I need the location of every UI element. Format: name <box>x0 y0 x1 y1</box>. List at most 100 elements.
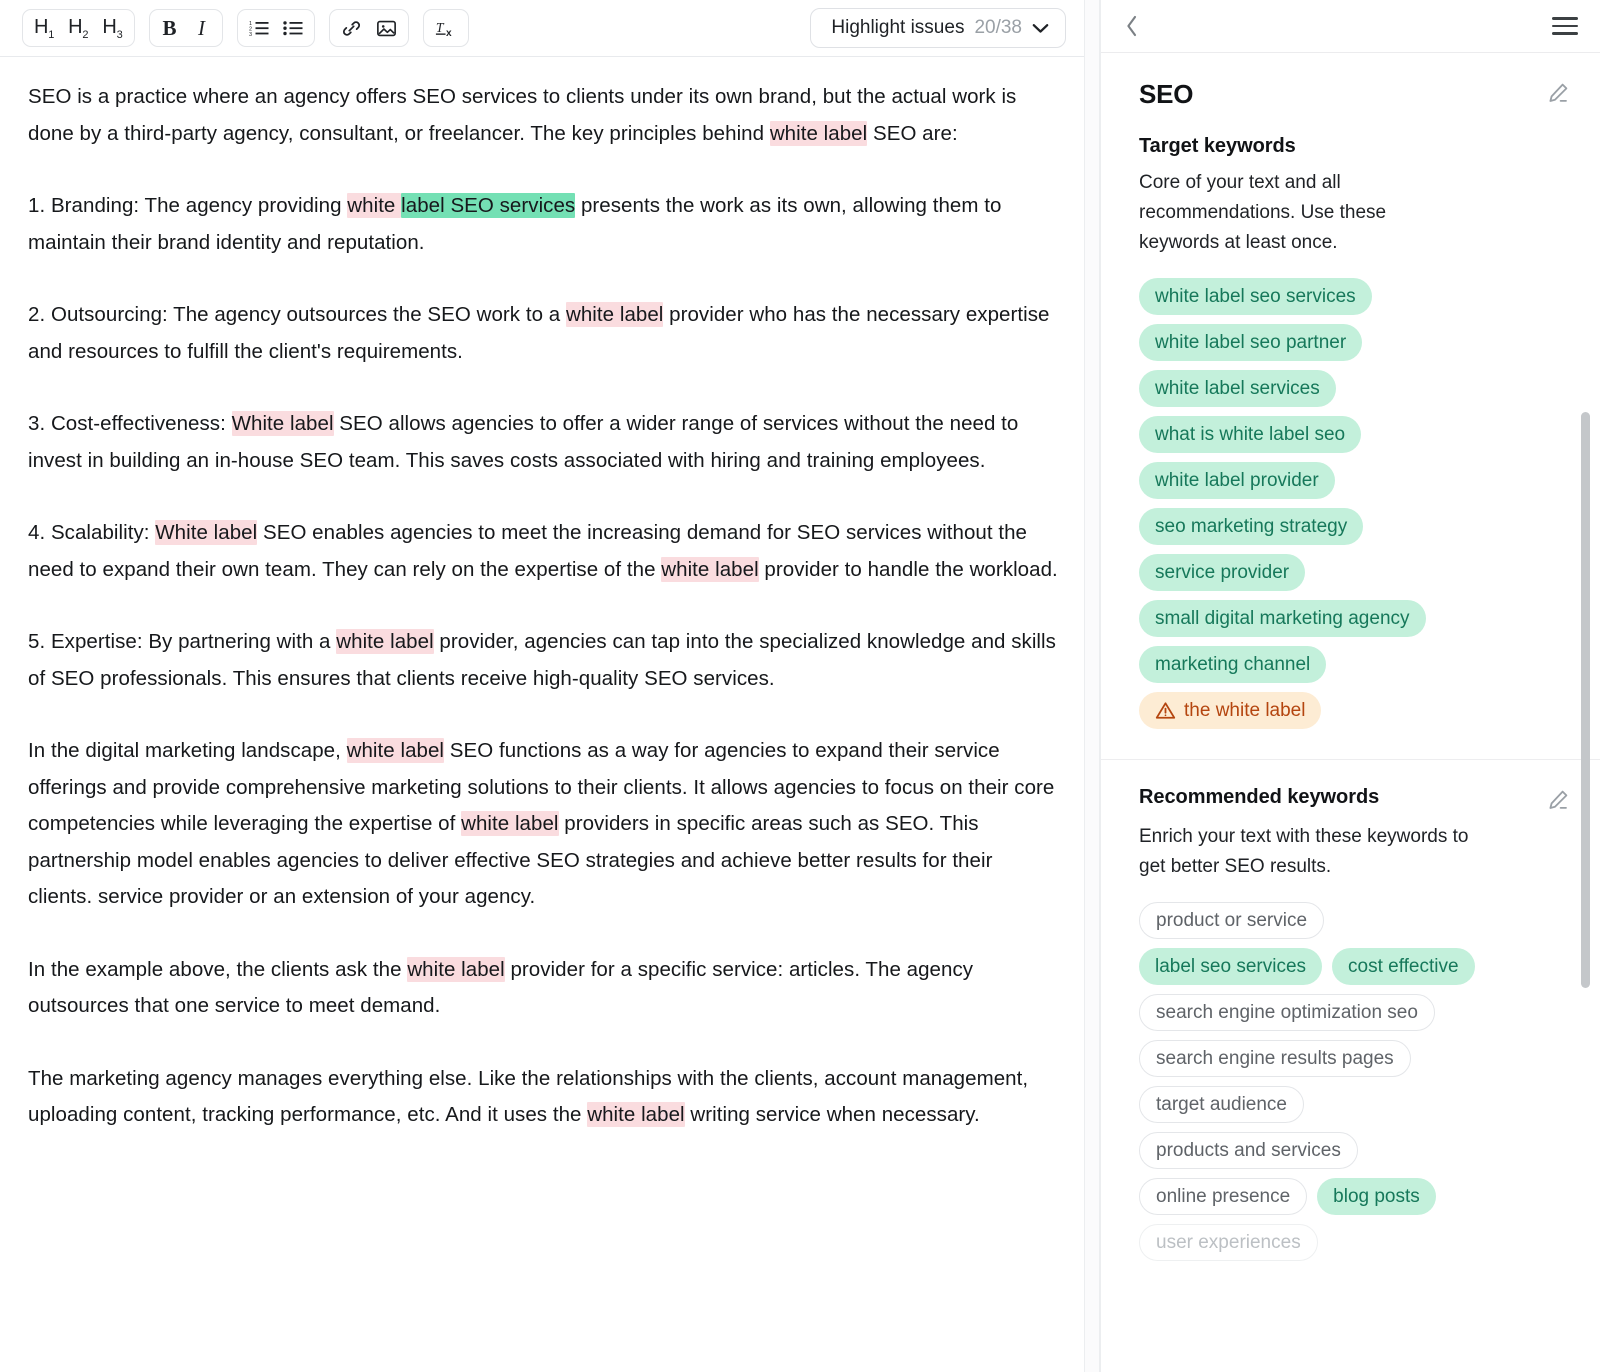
editor-toolbar: H1 H2 H3 B I 1 2 3 T x Highlight issues … <box>0 0 1084 57</box>
heading-button-group: H1 H2 H3 <box>22 9 135 47</box>
paragraph-text: SEO are: <box>867 121 958 145</box>
pencil-icon-recommended[interactable] <box>1546 786 1570 812</box>
keyword-chip-label: cost effective <box>1348 956 1459 977</box>
link-icon <box>341 18 362 39</box>
issue-highlight-pink[interactable]: white <box>347 193 402 218</box>
side-panel-fade-overlay <box>1101 1302 1600 1372</box>
paragraph-text: 3. Cost-effectiveness: <box>28 412 232 435</box>
keyword-chip[interactable]: search engine optimization seo <box>1139 994 1435 1031</box>
clear-formatting-button[interactable]: T x <box>428 13 464 43</box>
highlight-issues-label: Highlight issues <box>831 17 965 38</box>
keyword-chip[interactable]: blog posts <box>1317 1178 1436 1215</box>
document-paragraph: 4. Scalability: White label SEO enables … <box>28 515 1058 588</box>
heading-2-button[interactable]: H2 <box>61 13 95 43</box>
recommended-keywords-heading: Recommended keywords <box>1139 786 1380 808</box>
side-panel-header <box>1101 0 1600 53</box>
paragraph-text: 1. Branding: The agency providing <box>28 194 348 217</box>
keyword-chip[interactable]: product or service <box>1139 902 1325 939</box>
keyword-chip[interactable]: target audience <box>1139 1086 1304 1123</box>
issue-highlight-pink[interactable]: white label <box>461 811 559 836</box>
document-paragraph: 1. Branding: The agency providing white … <box>28 188 1058 261</box>
keyword-chip[interactable]: search engine results pages <box>1139 1040 1411 1077</box>
document-paragraph: The marketing agency manages everything … <box>28 1061 1058 1134</box>
heading-2-label: H <box>68 15 83 38</box>
italic-button[interactable]: I <box>186 13 218 43</box>
keyword-chip[interactable]: service provider <box>1139 554 1306 591</box>
keyword-chip[interactable]: user experiences <box>1139 1224 1318 1261</box>
heading-1-button[interactable]: H1 <box>27 13 61 43</box>
keyword-chip-label: service provider <box>1155 562 1290 583</box>
document-paragraph: 3. Cost-effectiveness: White label SEO a… <box>28 406 1058 479</box>
keyword-chip[interactable]: what is white label seo <box>1139 416 1362 453</box>
ordered-list-button[interactable]: 1 2 3 <box>242 13 276 43</box>
keyword-chip-label: label seo services <box>1155 956 1307 977</box>
heading-1-sub: 1 <box>48 28 55 41</box>
keyword-chip-label: target audience <box>1156 1094 1287 1115</box>
keyword-chip-label: white label seo partner <box>1155 332 1347 353</box>
keyword-chip[interactable]: online presence <box>1139 1178 1308 1215</box>
keyword-chip[interactable]: small digital marketing agency <box>1139 600 1426 637</box>
target-keywords-card: SEO Target keywords Core of your text an… <box>1101 53 1600 759</box>
keyword-chip[interactable]: white label services <box>1139 370 1336 407</box>
target-keywords-heading: Target keywords <box>1139 135 1296 157</box>
heading-1-label: H <box>34 15 49 38</box>
warning-triangle-icon <box>1155 701 1176 720</box>
svg-text:T: T <box>435 20 444 35</box>
document-body[interactable]: SEO is a practice where an agency offers… <box>0 57 1084 1134</box>
issue-highlight-pink[interactable]: white label <box>336 629 434 654</box>
keyword-chip[interactable]: white label seo partner <box>1139 324 1363 361</box>
keyword-chip-label: white label services <box>1155 378 1320 399</box>
keyword-chip-label: white label seo services <box>1155 286 1356 307</box>
page-title: SEO <box>1139 79 1194 109</box>
image-button[interactable] <box>369 13 404 43</box>
highlight-issues-select[interactable]: Highlight issues 20/38 <box>810 8 1066 48</box>
keyword-highlight-green[interactable]: label SEO services <box>401 193 576 218</box>
clear-format-group: T x <box>422 9 469 47</box>
keyword-chip[interactable]: products and services <box>1139 1132 1358 1169</box>
keyword-chip[interactable]: marketing channel <box>1139 646 1327 683</box>
paragraph-text: 5. Expertise: By partnering with a <box>28 630 337 653</box>
text-style-button-group: B I <box>148 9 223 47</box>
keyword-chip-label: user experiences <box>1156 1232 1301 1253</box>
keyword-chip[interactable]: label seo services <box>1139 948 1323 985</box>
ordered-list-icon: 1 2 3 <box>249 19 269 37</box>
paragraph-text: writing service when necessary. <box>684 1103 980 1126</box>
bold-button[interactable]: B <box>154 13 186 43</box>
list-button-group: 1 2 3 <box>236 9 315 47</box>
bullet-list-button[interactable] <box>276 13 310 43</box>
issue-highlight-pink[interactable]: White label <box>155 520 258 545</box>
keyword-chip-label: white label provider <box>1155 470 1319 491</box>
heading-3-button[interactable]: H3 <box>95 13 129 43</box>
side-panel-scroll[interactable]: SEO Target keywords Core of your text an… <box>1101 53 1600 1372</box>
issue-highlight-pink[interactable]: white label <box>769 120 868 146</box>
keyword-chip-label: product or service <box>1156 910 1308 931</box>
issue-highlight-pink[interactable]: white label <box>346 738 445 763</box>
paragraph-text: provider to handle the workload. <box>758 557 1058 581</box>
keyword-chip[interactable]: white label provider <box>1139 462 1335 499</box>
hamburger-menu-icon[interactable] <box>1552 17 1578 35</box>
link-button[interactable] <box>334 13 369 43</box>
highlight-issues-count: 20/38 <box>974 17 1022 38</box>
issue-highlight-pink[interactable]: white label <box>661 556 759 582</box>
keyword-chip-label: seo marketing strategy <box>1155 516 1348 537</box>
recommended-keywords-card: Recommended keywords Enrich your text wi… <box>1101 759 1600 1291</box>
pencil-icon-title[interactable] <box>1546 79 1570 105</box>
keyword-chip-label: marketing channel <box>1155 654 1311 675</box>
document-paragraph: In the example above, the clients ask th… <box>28 952 1058 1025</box>
issue-highlight-pink[interactable]: white label <box>565 302 664 327</box>
document-paragraph: In the digital marketing landscape, whit… <box>28 733 1058 916</box>
issue-highlight-pink[interactable]: White label <box>231 411 334 436</box>
document-scroll-area[interactable]: SEO is a practice where an agency offers… <box>0 57 1084 1372</box>
keyword-chip[interactable]: white label seo services <box>1139 278 1372 315</box>
issue-highlight-pink[interactable]: white label <box>587 1102 685 1127</box>
insert-button-group <box>328 9 409 47</box>
keyword-chip[interactable]: cost effective <box>1332 948 1475 985</box>
keyword-chip-label: search engine optimization seo <box>1156 1002 1418 1023</box>
keyword-chip[interactable]: seo marketing strategy <box>1139 508 1364 545</box>
keyword-chip-label: small digital marketing agency <box>1155 608 1410 629</box>
keyword-chip[interactable]: the white label <box>1139 692 1322 729</box>
keyword-chip-label: online presence <box>1156 1186 1291 1207</box>
issue-highlight-pink[interactable]: white label <box>407 956 505 982</box>
side-panel-scrollbar-thumb[interactable] <box>1581 411 1590 988</box>
chevron-left-icon[interactable] <box>1125 14 1139 38</box>
